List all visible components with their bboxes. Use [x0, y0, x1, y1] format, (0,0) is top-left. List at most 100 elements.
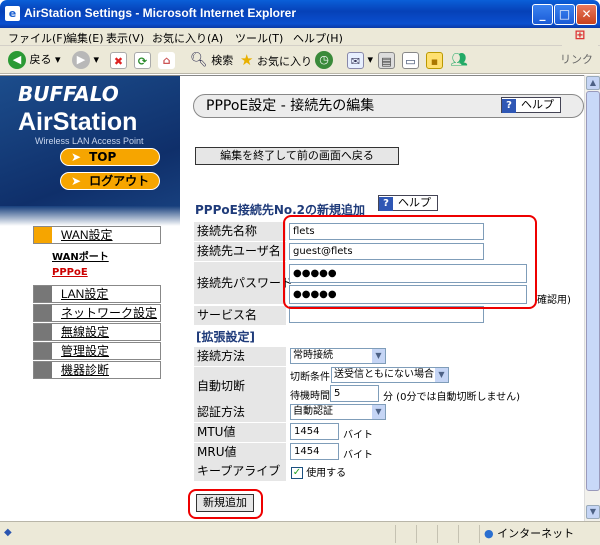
brand-subtitle: Wireless LAN Access Point [35, 136, 144, 146]
keepalive-checkbox[interactable]: ✓ 使用する [291, 464, 346, 479]
note-icon: ▪ [426, 51, 443, 69]
links-label[interactable]: リンク [560, 50, 593, 70]
close-button[interactable]: ✕ [576, 4, 597, 25]
connection-name-label: 接続先名称 [194, 222, 286, 241]
status-cell [395, 525, 415, 543]
keepalive-label: キープアライブ [194, 462, 286, 481]
chevron-down-icon: ▼ [435, 368, 448, 382]
home-icon: ⌂ [158, 51, 175, 69]
highlight-credentials [283, 215, 537, 309]
stop-icon: ✖ [110, 51, 127, 69]
connect-method-select[interactable]: 常時接続 ▼ [290, 348, 386, 364]
section-help-button[interactable]: ? ヘルプ [378, 195, 438, 211]
password-confirm-hint: 確認用) [537, 295, 571, 306]
sidebar-item-wan[interactable]: WAN設定 [33, 226, 161, 244]
minimize-button[interactable]: _ [532, 4, 553, 25]
sidebar: BUFFALO AirStation Wireless LAN Access P… [0, 76, 180, 521]
mtu-input[interactable]: 1454 [290, 423, 339, 440]
security-zone: ● インターネット [479, 525, 584, 543]
forward-arrow-icon: ▶ [72, 51, 90, 69]
wait-time-input[interactable]: 5 [330, 385, 379, 402]
auto-disconnect-label: 自動切断 [194, 367, 286, 405]
menu-tools[interactable]: ツール(T) [235, 30, 283, 46]
password-label: 接続先パスワード [194, 262, 293, 304]
help-icon: ? [502, 99, 516, 113]
top-button[interactable]: ➤ TOP [60, 148, 160, 166]
favorites-label: お気に入り [256, 55, 312, 68]
wan-label: WAN設定 [61, 228, 113, 242]
auth-select[interactable]: 自動認証 ▼ [290, 404, 386, 420]
sidebar-item-network[interactable]: ネットワーク設定 [33, 304, 161, 322]
history-icon: ◷ [315, 51, 333, 69]
scroll-down-icon[interactable]: ▼ [586, 505, 600, 519]
vertical-scrollbar[interactable]: ▲ ▼ [584, 75, 600, 521]
connect-method-value: 常時接続 [293, 350, 333, 361]
auth-value: 自動認証 [293, 406, 333, 417]
mru-label: MRU値 [194, 443, 286, 462]
nav-bullet-icon [34, 343, 52, 359]
chevron-down-icon: ▼ [372, 405, 385, 419]
browser-toolbar: ◀ 戻る ▾ ▶ ▾ ✖ ⟳ ⌂ 🔍︎ 検索 ★ お気に入り ◷ ✉ ▾ ▤ ▭… [0, 46, 600, 74]
status-cell [437, 525, 457, 543]
search-button[interactable]: 🔍︎ 検索 [190, 50, 233, 70]
forward-button[interactable]: ▶ ▾ [72, 50, 99, 70]
messenger-icon: 👥︎ [450, 52, 468, 68]
status-bar: ◆ ● インターネット [0, 521, 600, 545]
edit-icon: ▭ [402, 51, 419, 69]
brand-divider [0, 206, 180, 226]
edit-button[interactable]: ▭ [402, 50, 419, 70]
sidebar-item-lan[interactable]: LAN設定 [33, 285, 161, 303]
history-button[interactable]: ◷ [315, 50, 333, 70]
sidebar-item-pppoe[interactable]: PPPoE [52, 267, 88, 278]
refresh-button[interactable]: ⟳ [134, 50, 151, 70]
buffalo-logo: BUFFALO [18, 82, 119, 106]
messenger-button[interactable]: 👥︎ [450, 50, 468, 70]
advanced-title: [拡張設定] [196, 330, 255, 344]
sidebar-item-wan-port[interactable]: WANポート [52, 248, 109, 263]
back-button[interactable]: ◀ 戻る ▾ [8, 50, 61, 70]
mail-button[interactable]: ✉ ▾ [347, 50, 373, 70]
maximize-button[interactable]: □ [554, 4, 575, 25]
mtu-label: MTU値 [194, 423, 286, 442]
header-help-button[interactable]: ? ヘルプ [501, 97, 561, 113]
refresh-icon: ⟳ [134, 51, 151, 69]
disconnect-condition-select[interactable]: 送受信ともにない場合 ▼ [331, 367, 449, 383]
keepalive-checkbox-label: 使用する [306, 468, 347, 479]
scroll-thumb[interactable] [586, 91, 600, 491]
sidebar-item-diagnostics[interactable]: 機器診断 [33, 361, 161, 379]
page-title: PPPoE設定 - 接続先の編集 [206, 98, 375, 114]
logout-button[interactable]: ➤ ログアウト [60, 172, 160, 190]
menu-bar: ファイル(F) 編集(E) 表示(V) お気に入り(A) ツール(T) ヘルプ(… [0, 28, 600, 46]
menu-help[interactable]: ヘルプ(H) [293, 30, 343, 46]
scroll-up-icon[interactable]: ▲ [586, 76, 600, 90]
stop-button[interactable]: ✖ [110, 50, 127, 70]
diag-label: 機器診断 [61, 363, 110, 377]
mru-input[interactable]: 1454 [290, 443, 339, 460]
sidebar-item-wireless[interactable]: 無線設定 [33, 323, 161, 341]
top-label: TOP [89, 150, 117, 164]
print-button[interactable]: ▤ [378, 50, 395, 70]
nav-bullet-icon [34, 362, 52, 378]
network-label: ネットワーク設定 [61, 306, 158, 320]
menu-view[interactable]: 表示(V) [106, 30, 144, 46]
favorites-button[interactable]: ★ お気に入り [240, 50, 312, 70]
airstation-logo: AirStation [18, 108, 138, 136]
back-to-previous-button[interactable]: 編集を終了して前の画面へ戻る [195, 147, 399, 165]
wait-time-label: 待機時間 [290, 391, 330, 402]
page-content: BUFFALO AirStation Wireless LAN Access P… [0, 75, 584, 521]
arrow-right-icon: ➤ [71, 174, 82, 188]
logout-label: ログアウト [89, 174, 150, 188]
windows-logo-icon: ⊞ [562, 28, 598, 46]
ie-icon: e [5, 6, 20, 21]
disconnect-condition-label: 切断条件 [290, 372, 330, 383]
back-label: 戻る [29, 53, 52, 66]
menu-edit[interactable]: 編集(E) [66, 30, 104, 46]
sidebar-item-admin[interactable]: 管理設定 [33, 342, 161, 360]
checkmark-icon: ✓ [291, 467, 303, 479]
discuss-button[interactable]: ▪ [426, 50, 443, 70]
menu-file[interactable]: ファイル(F) [8, 30, 67, 46]
menu-favorites[interactable]: お気に入り(A) [152, 30, 223, 46]
print-icon: ▤ [378, 51, 395, 69]
status-cell [416, 525, 436, 543]
home-button[interactable]: ⌂ [158, 50, 175, 70]
